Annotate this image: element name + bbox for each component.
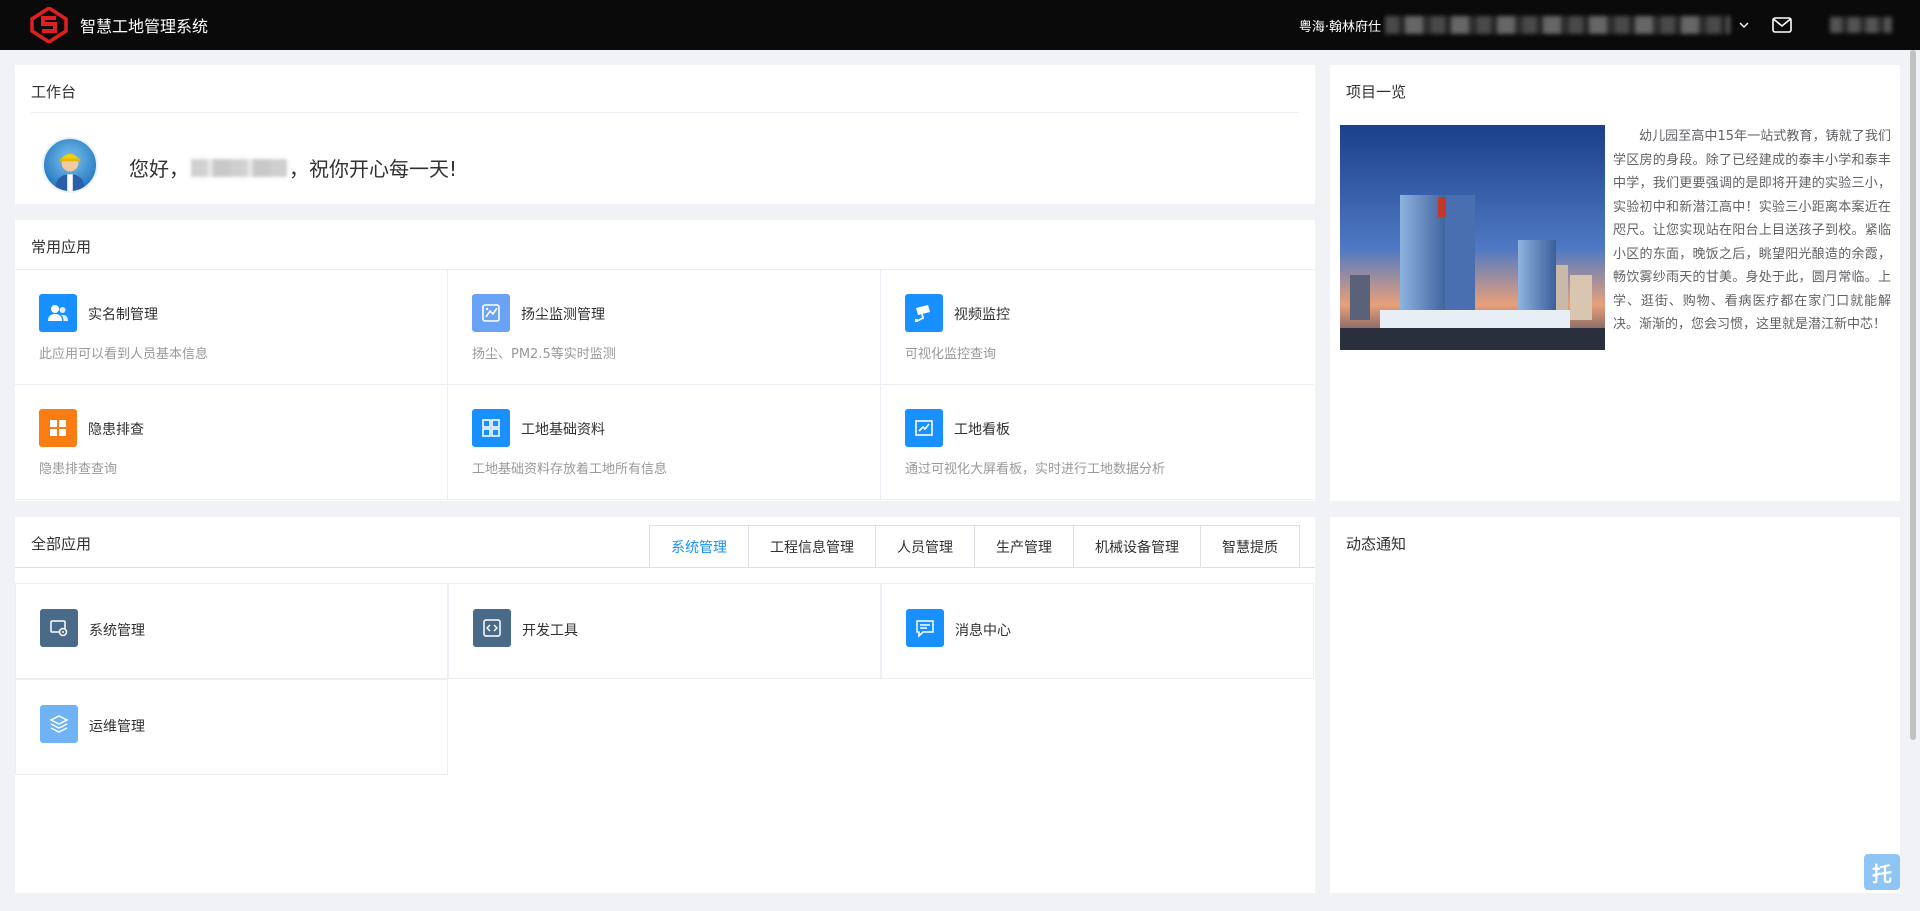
app-name: 实名制管理 — [88, 307, 158, 323]
divider — [15, 567, 1315, 568]
camera-icon — [905, 294, 943, 332]
app-card-dust-monitor[interactable]: 扬尘监测管理 扬尘、PM2.5等实时监测 — [448, 270, 881, 385]
tile-ops-management[interactable]: 运维管理 — [15, 679, 448, 775]
dust-icon — [472, 294, 510, 332]
building-illustration — [1340, 125, 1605, 350]
app-desc: 可视化监控查询 — [905, 347, 997, 362]
apps-icon — [472, 409, 510, 447]
app-name: 工地看板 — [954, 422, 1010, 438]
logo: 智慧工地管理系统 — [28, 7, 208, 43]
message-icon — [906, 609, 944, 647]
app-card-video-monitor[interactable]: 视频监控 可视化监控查询 — [881, 270, 1314, 385]
project-name: 粤海·翰林府仕 — [1298, 19, 1381, 35]
users-icon — [39, 294, 77, 332]
workbench-panel: 工作台 您好， ，祝你开心每一天! — [15, 65, 1315, 204]
common-apps-grid: 实名制管理 此应用可以看到人员基本信息 扬尘监测管理 扬尘、PM2.5等实时监测… — [15, 270, 1315, 501]
app-card-real-name[interactable]: 实名制管理 此应用可以看到人员基本信息 — [15, 270, 448, 385]
tab-project-info-management[interactable]: 工程信息管理 — [748, 526, 875, 567]
chevron-down-icon — [1739, 22, 1749, 29]
app-name: 视频监控 — [954, 307, 1010, 323]
floating-action-button[interactable]: 托 — [1864, 854, 1900, 890]
app-card-hazard-check[interactable]: 隐患排查 隐患排查查询 — [15, 385, 448, 500]
greeting-prefix: 您好， — [129, 157, 189, 181]
tab-smart-quality[interactable]: 智慧提质 — [1200, 526, 1299, 567]
project-image — [1340, 125, 1605, 350]
tile-system-management[interactable]: 系统管理 — [15, 583, 448, 679]
all-apps-title: 全部应用 — [31, 535, 92, 553]
tab-machinery-management[interactable]: 机械设备管理 — [1073, 526, 1200, 567]
page-scrollbar[interactable] — [1910, 50, 1916, 740]
notifications-panel: 动态通知 — [1330, 517, 1900, 893]
avatar — [42, 137, 98, 193]
mail-icon[interactable] — [1772, 17, 1792, 33]
tile-message-center[interactable]: 消息中心 — [881, 583, 1314, 679]
divider — [31, 112, 1299, 113]
tile-name: 运维管理 — [89, 719, 145, 735]
user-name-redacted — [191, 158, 287, 177]
worker-avatar-icon — [55, 153, 85, 191]
app-name: 工地基础资料 — [521, 422, 605, 438]
chart-board-icon — [905, 409, 943, 447]
layers-icon — [40, 705, 78, 743]
project-overview-title: 项目一览 — [1346, 83, 1407, 101]
code-icon — [473, 609, 511, 647]
tab-personnel-management[interactable]: 人员管理 — [875, 526, 974, 567]
project-name-redacted — [1385, 16, 1730, 34]
project-overview-panel: 项目一览 幼儿园至高中15年一站式教育，铸就了我们学区房的身段。除了已经建成的泰… — [1330, 65, 1900, 501]
app-desc: 通过可视化大屏看板，实时进行工地数据分析 — [905, 462, 1166, 477]
app-desc: 隐患排查查询 — [39, 462, 118, 477]
all-apps-panel: 全部应用 系统管理 工程信息管理 人员管理 生产管理 机械设备管理 智慧提质 系… — [15, 517, 1315, 893]
category-tabs: 系统管理 工程信息管理 人员管理 生产管理 机械设备管理 智慧提质 — [649, 525, 1300, 567]
app-card-site-dashboard[interactable]: 工地看板 通过可视化大屏看板，实时进行工地数据分析 — [881, 385, 1314, 500]
project-selector[interactable]: 粤海·翰林府仕 — [1299, 16, 1750, 35]
app-desc: 此应用可以看到人员基本信息 — [39, 347, 209, 362]
grid-icon — [39, 409, 77, 447]
greeting-suffix: ，祝你开心每一天! — [289, 157, 458, 181]
system-settings-icon — [40, 609, 78, 647]
top-navigation-bar: 智慧工地管理系统 粤海·翰林府仕 — [0, 0, 1920, 50]
app-desc: 扬尘、PM2.5等实时监测 — [472, 347, 616, 362]
tile-name: 开发工具 — [522, 623, 578, 639]
logo-icon — [30, 7, 68, 43]
app-name: 扬尘监测管理 — [521, 307, 605, 323]
app-card-site-basic-data[interactable]: 工地基础资料 工地基础资料存放着工地所有信息 — [448, 385, 881, 500]
notifications-title: 动态通知 — [1346, 535, 1407, 553]
tab-system-management[interactable]: 系统管理 — [650, 526, 748, 567]
tile-dev-tools[interactable]: 开发工具 — [448, 583, 881, 679]
project-description: 幼儿园至高中15年一站式教育，铸就了我们学区房的身段。除了已经建成的泰丰小学和泰… — [1613, 129, 1891, 332]
app-title: 智慧工地管理系统 — [80, 17, 209, 36]
greeting-text: 您好， ，祝你开心每一天! — [129, 153, 457, 182]
tile-name: 消息中心 — [955, 623, 1011, 639]
common-apps-title: 常用应用 — [31, 238, 92, 256]
workbench-title: 工作台 — [31, 83, 77, 101]
tab-production-management[interactable]: 生产管理 — [974, 526, 1073, 567]
user-menu[interactable] — [1830, 17, 1892, 33]
common-apps-panel: 常用应用 实名制管理 此应用可以看到人员基本信息 扬尘监测管理 扬尘、PM2.5… — [15, 220, 1315, 501]
tile-name: 系统管理 — [89, 623, 145, 639]
app-name: 隐患排查 — [88, 422, 144, 438]
app-desc: 工地基础资料存放着工地所有信息 — [472, 462, 668, 477]
